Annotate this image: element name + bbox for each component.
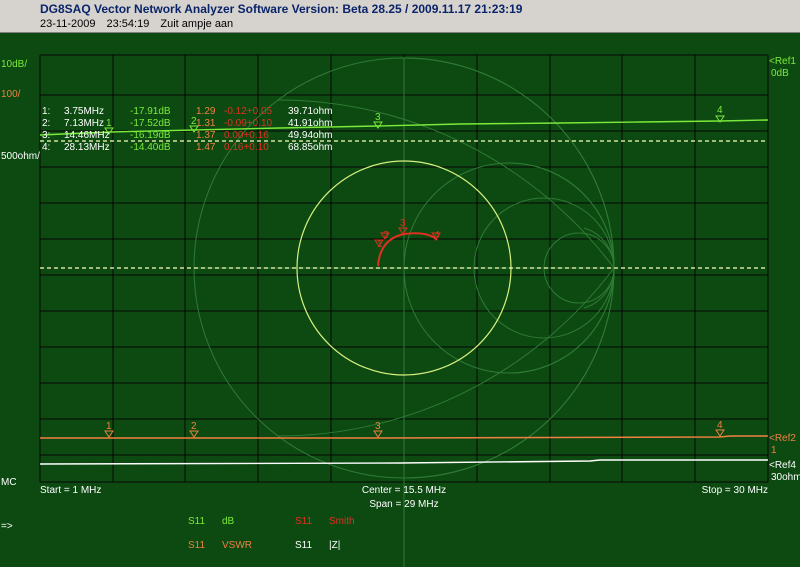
marker-readout-cell: 7.13MHz — [64, 118, 104, 129]
ref2-label[interactable]: <Ref2 — [769, 433, 796, 444]
svg-text:VSWR: VSWR — [222, 540, 252, 551]
marker-row-3: 3: 14.46MHz -16.19dB 1.37 0.00+0.16 49.9… — [42, 130, 332, 141]
marker-readout-cell: 41.91ohm — [288, 118, 332, 129]
vswr-markers — [104, 429, 725, 438]
mc-label: MC — [1, 477, 17, 488]
legend-item-vswr[interactable]: S11 VSWR — [188, 540, 252, 551]
legend-arrow: => — [1, 521, 13, 532]
marker-readout-cell: 1.31 — [196, 118, 216, 129]
start-label[interactable]: Start = 1 MHz — [40, 485, 101, 496]
legend-item-db[interactable]: S11 dB — [188, 516, 235, 527]
marker-readout-cell: 3.75MHz — [64, 106, 104, 117]
marker-readout-cell: 39.71ohm — [288, 106, 332, 117]
ref1-label[interactable]: <Ref1 — [769, 56, 796, 67]
svg-text:|Z|: |Z| — [329, 540, 340, 551]
time-text: 23:54:19 — [106, 18, 150, 30]
analyzer-display[interactable]: 1 2 3 4 1 2 3 4 1 2 3 4 10dB/ 100/ 500oh… — [0, 33, 800, 567]
marker-readout-cell: 2: — [42, 118, 50, 129]
svg-text:S11: S11 — [188, 516, 205, 527]
vswr-marker-labels: 1 2 3 4 — [106, 420, 723, 432]
vswr-marker-2: 2 — [191, 421, 197, 432]
smith-marker-4: 4 — [434, 230, 440, 241]
vswr-marker-4: 4 — [717, 420, 723, 431]
analyzer-plot[interactable]: 1 2 3 4 1 2 3 4 1 2 3 4 10dB/ 100/ 500oh… — [0, 33, 800, 567]
status-line: 23-11-2009 23:54:19 Zuit ampje aan — [40, 18, 241, 30]
legend: S11 dB S11 Smith S11 VSWR S11 |Z| — [188, 516, 355, 551]
db-marker-1: 1 — [106, 118, 112, 129]
marker-readout-cell: 0.16+0.10 — [224, 142, 269, 153]
marker-readout-cell: -17.52dB — [130, 118, 171, 129]
svg-text:S11: S11 — [188, 540, 205, 551]
marker-readout-cell: 1.47 — [196, 142, 216, 153]
ref4-label[interactable]: <Ref4 — [769, 460, 796, 471]
marker-readout-cell: 3: — [42, 130, 50, 141]
vswr-marker-1: 1 — [106, 421, 112, 432]
db-marker-4: 4 — [717, 105, 723, 116]
window-title: DG8SAQ Vector Network Analyzer Software … — [40, 2, 523, 16]
ohm-scale-label: 500ohm/ — [1, 151, 40, 162]
svg-text:S11: S11 — [295, 516, 312, 527]
marker-readout-cell: -16.19dB — [130, 130, 171, 141]
marker-readout-cell: -14.40dB — [130, 142, 171, 153]
vswr-scale-label: 100/ — [1, 89, 21, 100]
marker-readout-cell: -17.91dB — [130, 106, 171, 117]
marker-row-4: 4: 28.13MHz -14.40dB 1.47 0.16+0.10 68.8… — [42, 142, 332, 153]
marker-readout-cell: 0.00+0.16 — [224, 130, 269, 141]
marker-readout-cell: 1.37 — [196, 130, 216, 141]
ref1-value: 0dB — [771, 68, 789, 79]
smith-marker-2: 2 — [383, 230, 389, 241]
db-scale-label: 10dB/ — [1, 59, 27, 70]
marker-readout-cell: 28.13MHz — [64, 142, 110, 153]
marker-readout-cell: -0.09+0.10 — [224, 118, 273, 129]
marker-row-1: 1: 3.75MHz -17.91dB 1.29 -0.12+0.05 39.7… — [42, 106, 332, 117]
legend-item-smith[interactable]: S11 Smith — [295, 516, 355, 527]
marker-row-2: 2: 7.13MHz -17.52dB 1.31 -0.09+0.10 41.9… — [42, 118, 332, 129]
marker-readout-cell: 49.94ohm — [288, 130, 332, 141]
svg-text:S11: S11 — [295, 540, 312, 551]
marker-readout-cell: 14.46MHz — [64, 130, 110, 141]
ref2-value: 1 — [771, 445, 777, 456]
center-label[interactable]: Center = 15.5 MHz — [362, 485, 446, 496]
db-marker-3: 3 — [375, 112, 381, 123]
span-label[interactable]: Span = 29 MHz — [369, 499, 438, 510]
caption-text: Zuit ampje aan — [160, 18, 234, 30]
svg-text:Smith: Smith — [329, 516, 355, 527]
ref4-value: 30ohm — [771, 472, 800, 483]
marker-readout-cell: -0.12+0.05 — [224, 106, 273, 117]
marker-readout-cell: 1.29 — [196, 106, 216, 117]
date-text: 23-11-2009 — [40, 18, 96, 30]
vswr-marker-3: 3 — [375, 421, 381, 432]
stop-label[interactable]: Stop = 30 MHz — [702, 485, 768, 496]
marker-readout-cell: 68.85ohm — [288, 142, 332, 153]
legend-item-z[interactable]: S11 |Z| — [295, 540, 340, 551]
marker-readout-cell: 4: — [42, 142, 50, 153]
title-bar: DG8SAQ Vector Network Analyzer Software … — [0, 0, 800, 33]
svg-text:dB: dB — [222, 516, 235, 527]
smith-marker-3: 3 — [400, 218, 406, 229]
marker-readout-cell: 1: — [42, 106, 50, 117]
